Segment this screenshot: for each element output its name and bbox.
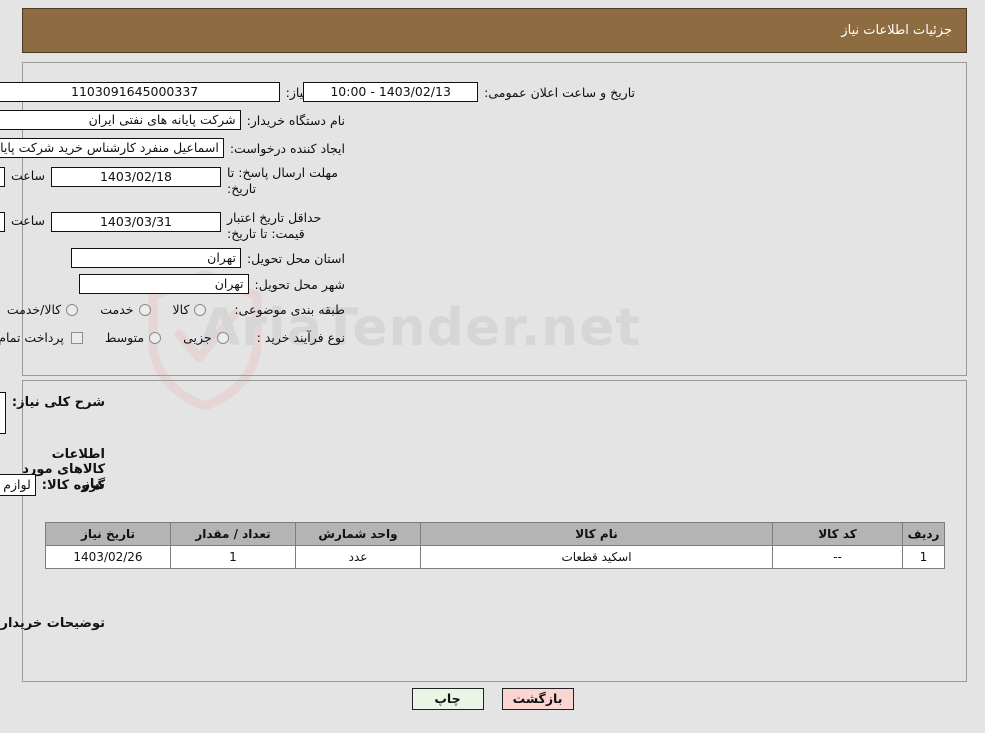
category-option-service-label: خدمت — [100, 302, 134, 317]
price-validity-label: حداقل تاریخ اعتبار قیمت: تا تاریخ: — [227, 210, 322, 241]
bottom-button-bar: بازگشت چاپ — [0, 688, 985, 710]
delivery-province-value[interactable]: تهران — [70, 248, 241, 268]
category-option-service[interactable]: خدمت — [100, 302, 151, 317]
field-buyer-notes: توضیحات خریدار: پیشنهادات بدون پیوست مشخ… — [0, 588, 105, 660]
price-validity-time[interactable]: 11:00 — [0, 212, 5, 232]
goods-group-label: گروه کالا: — [41, 477, 105, 493]
category-option-goods-label: کالا — [172, 302, 190, 317]
need-number-value[interactable]: 1103091645000337 — [0, 82, 280, 102]
field-delivery-province: استان محل تحویل: تهران — [70, 248, 345, 268]
category-label: طبقه بندی موضوعی: — [234, 302, 345, 317]
field-response-deadline: مهلت ارسال پاسخ: تا تاریخ: 1403/02/18 سا… — [0, 165, 345, 196]
cell-quantity: 1 — [170, 545, 296, 569]
purchase-process-option-medium[interactable]: متوسط — [104, 330, 162, 345]
category-option-goods-service[interactable]: کالا/خدمت — [6, 302, 79, 317]
purchase-process-option-minor-label: جزیی — [183, 330, 212, 345]
need-description-value[interactable]: قطعات قایق های ایویکو طبق پارت نامبر وشر… — [0, 392, 6, 434]
goods-group-value[interactable]: لوازم خودرو و ماشین آلات — [0, 474, 36, 496]
purchase-process-option-minor[interactable]: جزیی — [183, 330, 229, 345]
field-price-validity: حداقل تاریخ اعتبار قیمت: تا تاریخ: 1403/… — [0, 210, 345, 241]
table-row: 1 -- اسکید قطعات عدد 1 1403/02/26 — [45, 545, 945, 569]
category-option-goods[interactable]: کالا — [173, 302, 207, 317]
field-delivery-city: شهر محل تحویل: تهران — [78, 274, 345, 294]
page-root: AriaTender.net جزئیات اطلاعات نیاز شماره… — [0, 0, 985, 733]
field-purchase-process: نوع فرآیند خرید : جزیی متوسط پرداخت تمام… — [0, 330, 345, 345]
field-requester: ایجاد کننده درخواست: اسماعیل منفرد کارشن… — [0, 138, 345, 158]
column-header-goods-name: نام کالا — [420, 522, 773, 546]
field-buyer-org: نام دستگاه خریدار: شرکت پایانه های نفتی … — [0, 110, 345, 130]
radio-icon[interactable] — [66, 303, 79, 316]
page-title: جزئیات اطلاعات نیاز — [841, 23, 952, 38]
buyer-org-label: نام دستگاه خریدار: — [246, 112, 345, 128]
radio-icon[interactable] — [194, 303, 207, 316]
page-title-bar: جزئیات اطلاعات نیاز — [22, 8, 967, 53]
cell-goods-code: -- — [772, 545, 903, 569]
buyer-notes-label: توضیحات خریدار: — [0, 616, 105, 631]
public-announce-label: تاریخ و ساعت اعلان عمومی: — [484, 84, 635, 100]
public-announce-value[interactable]: 1403/02/13 - 10:00 — [303, 82, 479, 102]
response-deadline-time-label: ساعت — [10, 168, 45, 183]
treasury-bond-checkbox-label: پرداخت تمام یا بخشی از مبلغ خرید،از محل … — [0, 330, 64, 345]
radio-icon[interactable] — [149, 331, 162, 344]
table-header-row: ردیف کد کالا نام کالا واحد شمارش تعداد /… — [45, 522, 945, 546]
purchase-process-option-medium-label: متوسط — [104, 330, 145, 345]
field-need-number: شماره نیاز: 1103091645000337 — [0, 82, 345, 102]
column-header-quantity: تعداد / مقدار — [170, 522, 296, 546]
column-header-goods-code: کد کالا — [772, 522, 903, 546]
field-category: طبقه بندی موضوعی: کالا خدمت کالا/خدمت — [7, 302, 345, 317]
field-public-announce: تاریخ و ساعت اعلان عمومی: 1403/02/13 - 1… — [303, 82, 635, 102]
buyer-org-value[interactable]: شرکت پایانه های نفتی ایران — [0, 110, 241, 130]
column-header-unit: واحد شمارش — [295, 522, 421, 546]
back-button[interactable]: بازگشت — [501, 688, 574, 710]
price-validity-time-label: ساعت — [10, 213, 45, 228]
requester-label: ایجاد کننده درخواست: — [229, 140, 345, 156]
price-validity-date[interactable]: 1403/03/31 — [51, 212, 221, 232]
response-deadline-label: مهلت ارسال پاسخ: تا تاریخ: — [227, 165, 338, 196]
cell-unit: عدد — [295, 545, 421, 569]
goods-table: ردیف کد کالا نام کالا واحد شمارش تعداد /… — [45, 522, 945, 569]
response-deadline-time[interactable]: 11:00 — [0, 167, 5, 187]
response-deadline-date[interactable]: 1403/02/18 — [51, 167, 221, 187]
print-button[interactable]: چاپ — [411, 688, 484, 710]
cell-row-index: 1 — [902, 545, 945, 569]
purchase-process-label: نوع فرآیند خرید : — [256, 330, 345, 345]
column-header-row-index: ردیف — [902, 522, 945, 546]
category-option-goods-service-label: کالا/خدمت — [6, 302, 62, 317]
need-description-label: شرح کلی نیاز: — [11, 395, 105, 410]
treasury-bond-checkbox-option[interactable]: پرداخت تمام یا بخشی از مبلغ خرید،از محل … — [0, 330, 83, 345]
field-need-description: شرح کلی نیاز: قطعات قایق های ایویکو طبق … — [0, 392, 105, 434]
cell-need-date: 1403/02/26 — [45, 545, 171, 569]
delivery-province-label: استان محل تحویل: — [246, 250, 345, 266]
checkbox-icon[interactable] — [70, 331, 83, 344]
column-header-need-date: تاریخ نیاز — [45, 522, 171, 546]
radio-icon[interactable] — [138, 303, 151, 316]
delivery-city-value[interactable]: تهران — [78, 274, 249, 294]
radio-icon[interactable] — [216, 331, 229, 344]
delivery-city-label: شهر محل تحویل: — [254, 276, 345, 292]
cell-goods-name: اسکید قطعات — [420, 545, 773, 569]
requester-value[interactable]: اسماعیل منفرد کارشناس خرید شرکت پایانه ه… — [0, 138, 224, 158]
field-goods-group: گروه کالا: لوازم خودرو و ماشین آلات — [0, 474, 105, 496]
